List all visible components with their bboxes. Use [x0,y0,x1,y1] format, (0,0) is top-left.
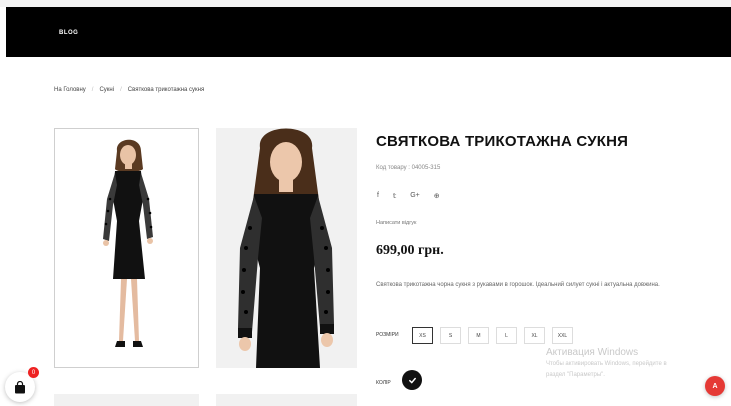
breadcrumb: На Головну / Сукні / Святкова трикотажна… [54,87,204,93]
windows-activation-watermark: Активация Windows Чтобы активировать Win… [546,347,667,380]
shopping-bag-icon [15,380,25,393]
thumbnail-row-item[interactable] [54,394,199,406]
size-option-s[interactable]: S [440,327,461,344]
top-strip [0,0,731,7]
dress-figure-image [55,129,198,367]
size-option-l[interactable]: L [496,327,517,344]
twitter-icon[interactable]: 𝕥 [393,192,396,200]
size-label: РОЗМІРИ [376,332,399,338]
size-option-xs[interactable]: XS [412,327,433,344]
google-plus-icon[interactable]: G+ [410,192,420,200]
top-navbar [6,7,731,57]
product-main-image[interactable] [216,128,357,368]
checkmark-icon [408,377,416,384]
facebook-icon[interactable]: f [377,192,379,200]
breadcrumb-separator: / [120,87,122,93]
product-sku: Код товару : 04005-315 [376,165,441,171]
watermark-line: раздел "Параметры". [546,372,605,378]
social-share: f 𝕥 G+ ⊕ [377,192,440,200]
pinterest-icon[interactable]: ⊕ [434,192,440,200]
thumbnail-row-item[interactable] [216,394,357,406]
product-description: Святкова трикотажна чорна сукня з рукава… [376,282,660,288]
product-thumbnail[interactable] [54,128,199,368]
dress-closeup-image [216,128,357,368]
cart-count-badge: 0 [28,367,39,378]
color-swatch-black[interactable] [402,370,422,390]
breadcrumb-category[interactable]: Сукні [99,87,114,93]
product-title: СВЯТКОВА ТРИКОТАЖНА СУКНЯ [376,133,629,150]
size-option-xl[interactable]: XL [524,327,545,344]
breadcrumb-current: Святкова трикотажна сукня [127,87,205,93]
color-label: КОЛІР [376,380,391,386]
size-selector: XS S M L XL XXL [412,327,573,344]
write-review-link[interactable]: Написати відгук [376,220,416,226]
watermark-line: Чтобы активировать Windows, перейдите в [546,361,667,367]
chat-widget-button[interactable]: A [705,376,725,396]
size-option-m[interactable]: M [468,327,489,344]
product-price: 699,00 грн. [376,243,444,258]
size-option-xxl[interactable]: XXL [552,327,573,344]
nav-blog-link[interactable]: BLOG [59,30,78,36]
breadcrumb-separator: / [91,87,94,93]
breadcrumb-home[interactable]: На Головну [54,87,86,93]
watermark-title: Активация Windows [546,347,639,358]
